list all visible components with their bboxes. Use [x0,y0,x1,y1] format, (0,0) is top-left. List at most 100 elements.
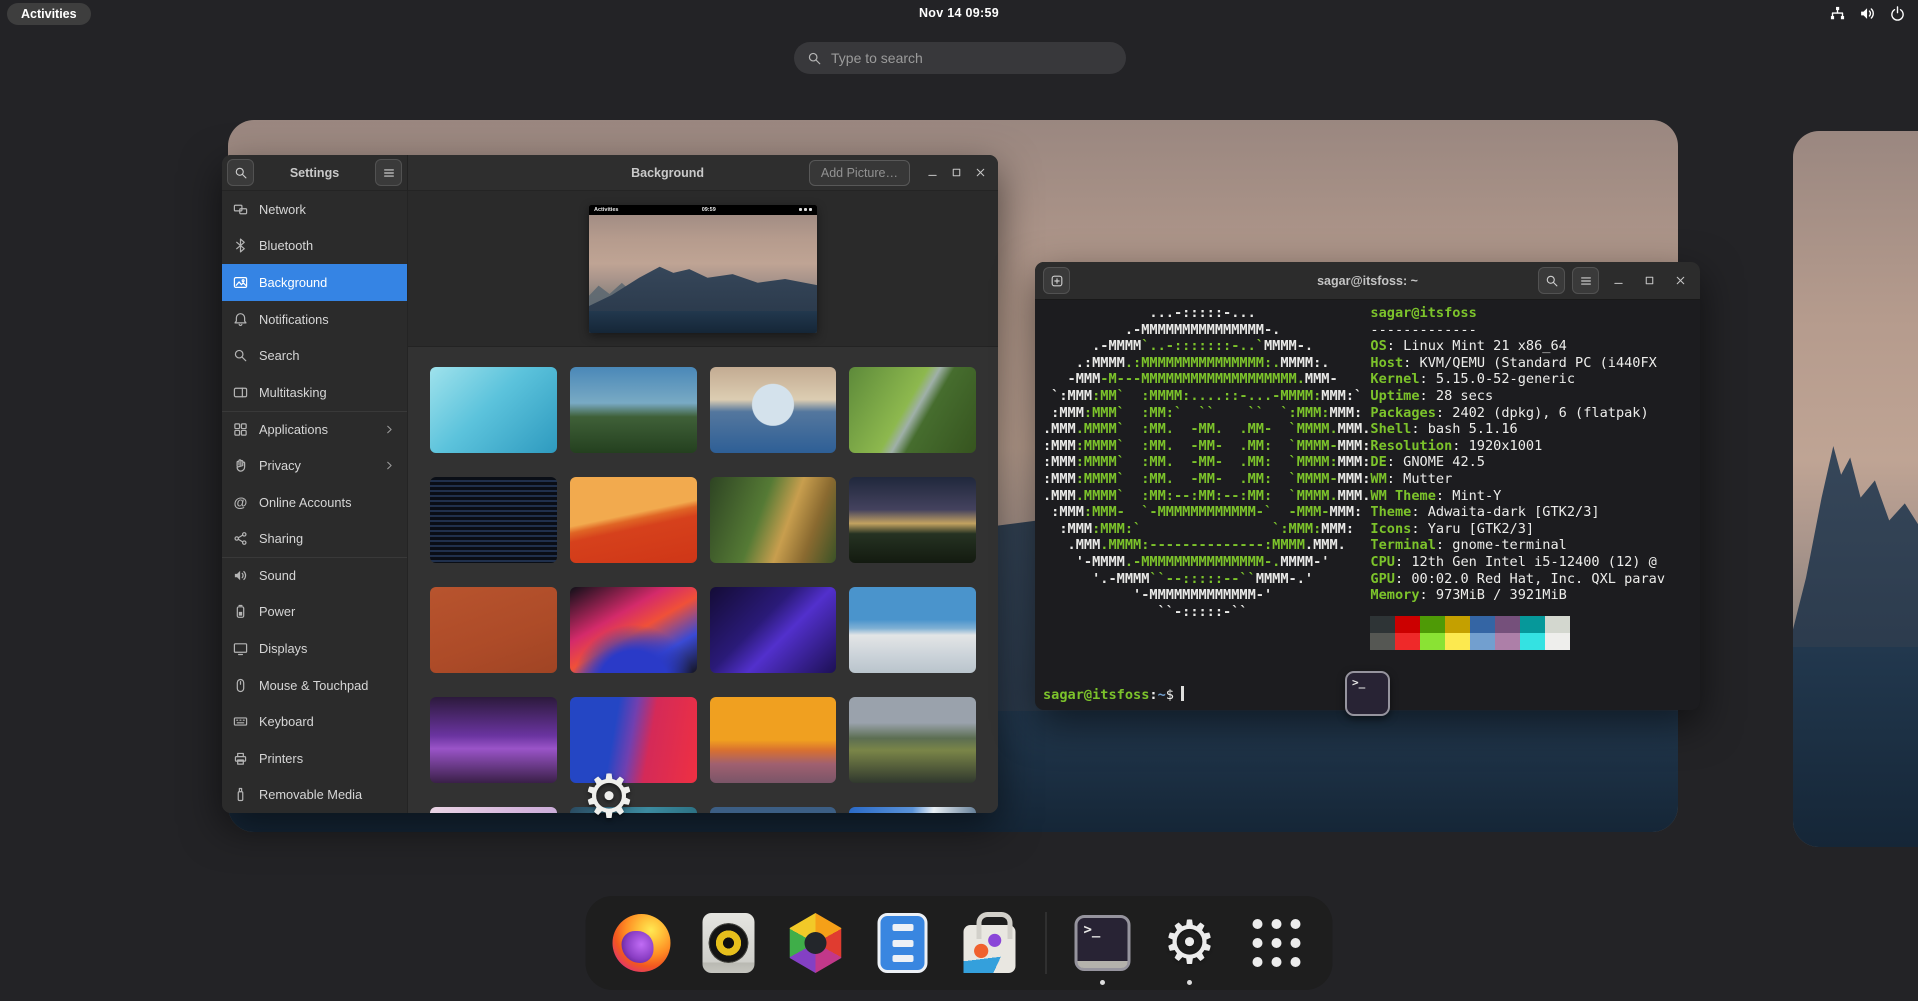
wallpaper-thumb-pink-abstract[interactable] [430,807,557,813]
dock-item-app-grid[interactable] [1246,911,1308,975]
palette-swatch [1370,633,1395,650]
terminal-close-button[interactable] [1668,269,1692,293]
app-grid-icon [1253,919,1301,967]
wallpaper-thumb-glass-sphere[interactable] [710,367,837,453]
settings-title: Settings [290,166,339,180]
maximize-button[interactable] [944,161,968,185]
notifications-icon [233,312,248,327]
system-tray[interactable] [1829,5,1906,22]
activities-button[interactable]: Activities [7,3,91,25]
settings-window[interactable]: Settings Background Add Picture… Network… [222,155,998,813]
palette-swatch [1545,633,1570,650]
sidebar-item-privacy[interactable]: Privacy [222,447,407,484]
sidebar-item-background[interactable]: Background [222,264,407,301]
palette-swatch [1495,633,1520,650]
search-icon [233,348,248,363]
sidebar-item-online-accounts[interactable]: @Online Accounts [222,484,407,521]
wallpaper-thumb-palm-sunset[interactable] [710,697,837,783]
current-wallpaper-preview[interactable]: Activities 09:59 [589,205,817,333]
add-picture-button[interactable]: Add Picture… [809,160,910,186]
terminal-color-palette [1370,616,1665,650]
wallpaper-thumb-sea-terrace[interactable] [849,587,976,673]
sidebar-item-label: Displays [259,641,307,656]
workspace-preview-next[interactable] [1793,131,1918,847]
sidebar-item-label: Sound [259,568,296,583]
dock-item-settings[interactable]: ⚙ [1159,911,1221,975]
palette-swatch [1470,616,1495,633]
terminal-app-icon[interactable]: >_ [1345,671,1390,716]
mini-activities-label: Activities [594,207,618,213]
settings-icon: ⚙ [1163,912,1217,974]
sidebar-item-keyboard[interactable]: Keyboard [222,703,407,740]
wallpaper-thumb-blue-seascape[interactable] [710,807,837,813]
sidebar-item-displays[interactable]: Displays [222,630,407,667]
minimize-button[interactable] [920,161,944,185]
sound-icon [233,568,248,583]
settings-app-icon[interactable]: ⚙ [577,765,641,829]
terminal-maximize-button[interactable] [1637,269,1661,293]
sidebar-item-network[interactable]: Network [222,191,407,228]
sidebar-item-label: Network [259,202,306,217]
search-bar[interactable] [794,42,1126,74]
close-button[interactable] [968,161,992,185]
settings-search-button[interactable] [227,159,254,186]
settings-menu-button[interactable] [375,159,402,186]
palette-swatch [1520,616,1545,633]
background-page-title: Background [631,166,704,180]
multitasking-icon [233,385,248,400]
wallpaper-thumb-green-hills[interactable] [570,367,697,453]
sidebar-item-removable-media[interactable]: Removable Media [222,777,407,814]
running-indicator-dot [1187,980,1192,985]
sidebar-item-search[interactable]: Search [222,337,407,374]
dock-item-terminal[interactable]: >_ [1072,911,1134,975]
sidebar-item-applications[interactable]: Applications [222,411,407,448]
dock-item-software[interactable] [959,911,1021,975]
terminal-header: sagar@itsfoss: ~ [1035,262,1700,300]
wallpaper-thumb-teal-triangles[interactable] [430,367,557,453]
sidebar-item-mouse-touchpad[interactable]: Mouse & Touchpad [222,667,407,704]
sidebar-item-label: Applications [259,422,328,437]
search-input[interactable] [831,50,1113,66]
dock-item-photos[interactable] [785,911,847,975]
wallpaper-thumb-mountain-road[interactable] [849,697,976,783]
prompt-symbol: $ [1166,687,1174,703]
wallpaper-thumb-purple-waves[interactable] [710,587,837,673]
background-icon [233,275,248,290]
sidebar-item-multitasking[interactable]: Multitasking [222,374,407,411]
sidebar-item-power[interactable]: Power [222,594,407,631]
terminal-body[interactable]: ...-:::::-... .-MMMMMMMMMMMMMMM-. .-MMMM… [1035,300,1700,710]
terminal-window[interactable]: sagar@itsfoss: ~ ...-:::::-... .-MMMMMMM… [1035,262,1700,710]
wallpaper-thumb-dark-lines[interactable] [430,477,557,563]
terminal-menu-button[interactable] [1572,267,1599,294]
sidebar-item-label: Online Accounts [259,495,351,510]
wallpaper-thumb-fluid-swirl[interactable] [570,587,697,673]
sidebar-item-sound[interactable]: Sound [222,557,407,594]
terminal-minimize-button[interactable] [1606,269,1630,293]
clock[interactable]: Nov 14 09:59 [919,6,999,20]
wallpaper-thumb-forest-road[interactable] [849,367,976,453]
software-icon [964,925,1016,973]
wallpaper-thumb-night-tree[interactable] [849,477,976,563]
power-icon [233,604,248,619]
palette-swatch [1495,616,1520,633]
sidebar-item-sharing[interactable]: Sharing [222,520,407,557]
sidebar-item-printers[interactable]: Printers [222,740,407,777]
wallpaper-thumb-orange-dune[interactable] [570,477,697,563]
dock-item-rhythmbox[interactable] [698,911,760,975]
background-header: Background Add Picture… [408,155,998,191]
wallpaper-thumb-sky-clouds[interactable] [849,807,976,813]
terminal-search-button[interactable] [1538,267,1565,294]
chevron-right-icon [383,459,396,472]
dock-item-files[interactable] [872,911,934,975]
wallpaper-thumb-tennis-court[interactable] [430,587,557,673]
dock-item-firefox[interactable] [611,911,673,975]
wallpaper-thumb-supertrees[interactable] [430,697,557,783]
network-wired-icon [1829,5,1846,22]
sidebar-item-label: Bluetooth [259,238,313,253]
mini-top-bar: Activities 09:59 [589,205,817,215]
sidebar-item-bluetooth[interactable]: Bluetooth [222,228,407,265]
wallpaper-mountains [1793,131,1918,847]
wallpaper-thumb-forest-path[interactable] [710,477,837,563]
sidebar-item-notifications[interactable]: Notifications [222,301,407,338]
new-tab-button[interactable] [1043,267,1070,294]
